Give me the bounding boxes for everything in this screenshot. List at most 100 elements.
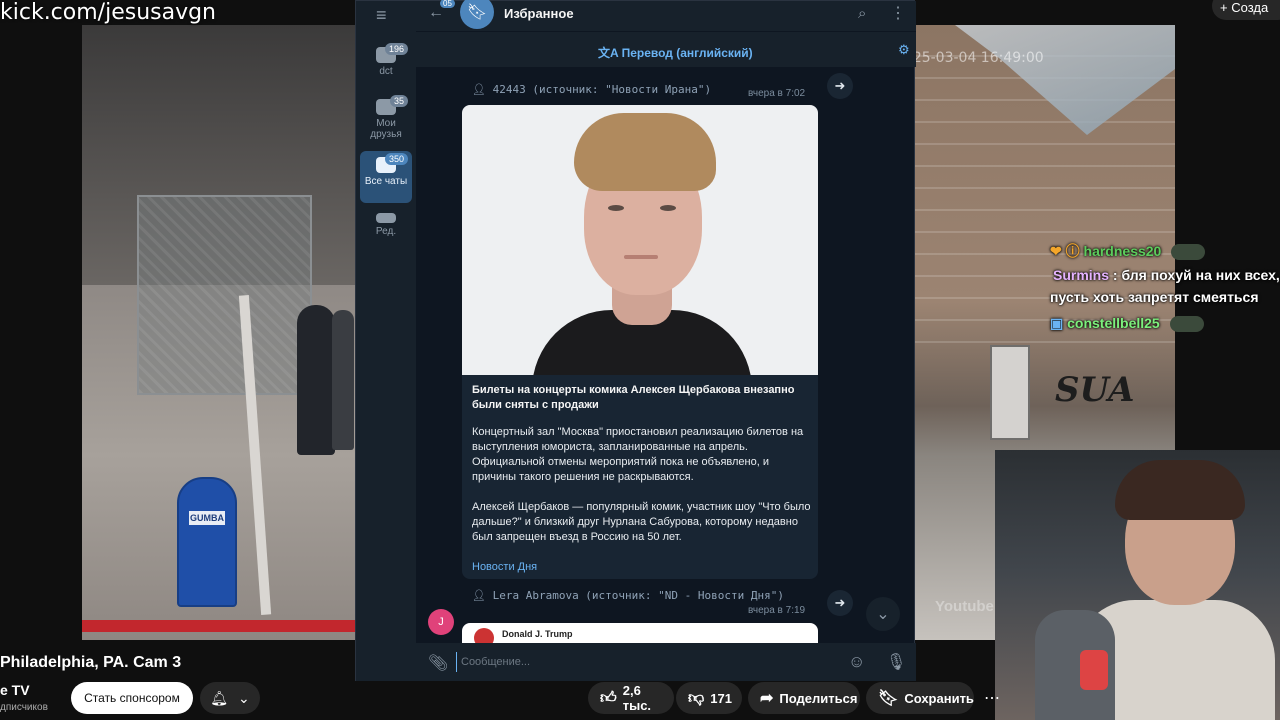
graffiti: SUA [1055,370,1135,410]
message-time: вчера в 7:19 [748,605,806,616]
photo-eye [660,205,676,211]
brick-wall [915,55,1175,355]
mailbox-label: GUMBA [189,511,225,525]
chat-badge-icon: ▣ [1050,315,1064,331]
chat-text: пусть хоть запретят смеяться [1050,289,1259,305]
chat-message: ❤ ⓘ hardness20 [1050,241,1206,261]
folder-dct[interactable]: 196 dct [360,41,412,93]
chat-message: Surmins : бля похуй на них всех, [1053,267,1280,283]
hamburger-menu-icon[interactable]: ≡ [376,5,387,26]
share-button[interactable]: ➦ Поделиться [748,682,860,714]
save-label: Сохранить [904,690,974,706]
dislike-count: 171 [710,690,732,706]
attach-icon[interactable]: 📎︎ [428,653,448,673]
camera-left-view: GUMBA [82,25,357,640]
folder-label: Ред. [375,226,397,237]
message-input[interactable] [456,652,846,672]
more-actions-icon[interactable]: ⋯ [984,688,1000,708]
more-vertical-icon[interactable]: ⋮ [890,3,906,23]
source-link[interactable]: Новости Дня [472,561,537,573]
channel-subscribers: дписчиков [0,702,48,713]
kick-url-watermark: kick.com/jesusavgn [0,0,217,25]
red-curb [82,620,357,632]
bell-icon: 🔔︎ [210,689,229,706]
chat-username: hardness20 [1083,243,1162,259]
search-icon[interactable]: ⌕ [858,5,866,22]
chat-badge-icon: ❤ ⓘ [1050,243,1080,259]
chevron-down-icon: ⌄ [238,689,250,706]
translate-settings-icon[interactable]: ⚙ [898,42,910,58]
photo-eye [608,205,624,211]
telegram-window: ≡ 196 dct 35 Мои друзья 350 Все чаты Ред… [355,0,916,681]
chat-text: : бля похуй на них всех, [1112,267,1280,283]
folder-label: Все чаты [364,176,408,187]
unread-badge: 35 [389,95,408,107]
thumbs-up-icon: 👍︎ [600,689,617,707]
unread-badge: 350 [384,153,408,165]
sender-avatar[interactable]: J [428,609,454,635]
sponsor-button[interactable]: Стать спонсором [71,682,193,714]
chat-title[interactable]: Избранное [504,6,574,21]
folder-label: Мои друзья [370,118,402,140]
chat-header: ← 05 🔖︎ Избранное ⌕ ⋮ [416,0,916,31]
share-icon: ➦ [760,690,774,707]
chevron-down-icon: ⌄ [876,606,890,623]
translate-icon: 文A [598,46,622,60]
chat-username: constellbell25 [1067,315,1160,331]
message-title: Билеты на концерты комика Алексея Щербак… [472,384,795,411]
youtube-watermark: Youtube [935,598,994,615]
translate-bar[interactable]: 文A Перевод (английский) ⚙ [416,31,916,67]
unread-badge: 196 [384,43,408,55]
plus-icon: + [1220,0,1232,15]
create-button[interactable]: + Созда [1212,0,1280,20]
streamer-webcam [995,450,1280,720]
notification-bell-button[interactable]: 🔔︎ ⌄ [200,682,260,714]
forward-share-button[interactable]: ➜ [827,590,853,616]
user-icon: 👤︎ [472,83,493,96]
pedestrian [297,305,335,455]
video-title: Philadelphia, PA. Cam 3 [0,654,182,671]
forward-source: Lera Abramova (источник: "ND - Новости Д… [492,589,784,602]
translate-label[interactable]: 文A Перевод (английский) [598,44,753,61]
translate-text: Перевод (английский) [621,46,753,60]
forward-header[interactable]: 👤︎ 42443 (источник: "Новости Ирана") [472,83,711,96]
forward-share-button[interactable]: ➜ [827,73,853,99]
emoji-icon[interactable]: ☺ [848,652,865,672]
photo-mouth [624,255,658,259]
create-button-label: Созда [1231,0,1269,15]
bookmark-icon: 🔖︎ [878,690,899,707]
dislike-button[interactable]: 👎︎ 171 [676,682,742,714]
thumbs-down-icon: 👎︎ [688,689,705,707]
folder-all-chats[interactable]: 350 Все чаты [360,151,412,203]
preview-author-name: Donald J. Trump [502,629,573,639]
chat-message: ▣ constellbell25 [1050,315,1204,333]
share-arrow-icon: ➜ [834,595,846,610]
share-arrow-icon: ➜ [834,78,846,93]
fence-cage [137,195,312,395]
chat-username: Surmins [1053,267,1110,283]
message-time: вчера в 7:02 [748,88,806,99]
message-photo[interactable] [462,105,818,375]
sliders-icon [376,213,396,223]
post-preview-card[interactable]: Donald J. Trump [462,623,818,648]
like-count: 2,6 тыс. [622,683,652,713]
forward-header[interactable]: 👤︎ Lera Abramova (источник: "ND - Новост… [472,589,784,602]
emote-icon [1171,244,1206,261]
save-button[interactable]: 🔖︎ Сохранить [866,682,974,714]
folder-edit[interactable]: Ред. [360,207,412,259]
like-button[interactable]: 👍︎ 2,6 тыс. [588,682,674,714]
mailbox [177,477,237,607]
message-bubble[interactable]: Билеты на концерты комика Алексея Щербак… [462,105,818,579]
scroll-down-button[interactable]: ⌄ [866,597,900,631]
microphone-icon[interactable]: 🎙︎ [886,652,906,672]
share-label: Поделиться [779,690,858,706]
message-composer: 📎︎ ☺ 🎙︎ [416,643,916,681]
bookmark-icon: 🔖︎ [460,0,494,29]
message-paragraph: Алексей Щербаков — популярный комик, уча… [472,501,811,543]
message-paragraph: Концертный зал "Москва" приостановил реа… [472,426,804,483]
channel-name[interactable]: e TV [0,682,30,698]
folder-friends[interactable]: 35 Мои друзья [360,93,412,145]
back-unread-badge: 05 [440,0,455,8]
microphone [1080,650,1108,690]
user-icon: 👤︎ [472,589,493,602]
